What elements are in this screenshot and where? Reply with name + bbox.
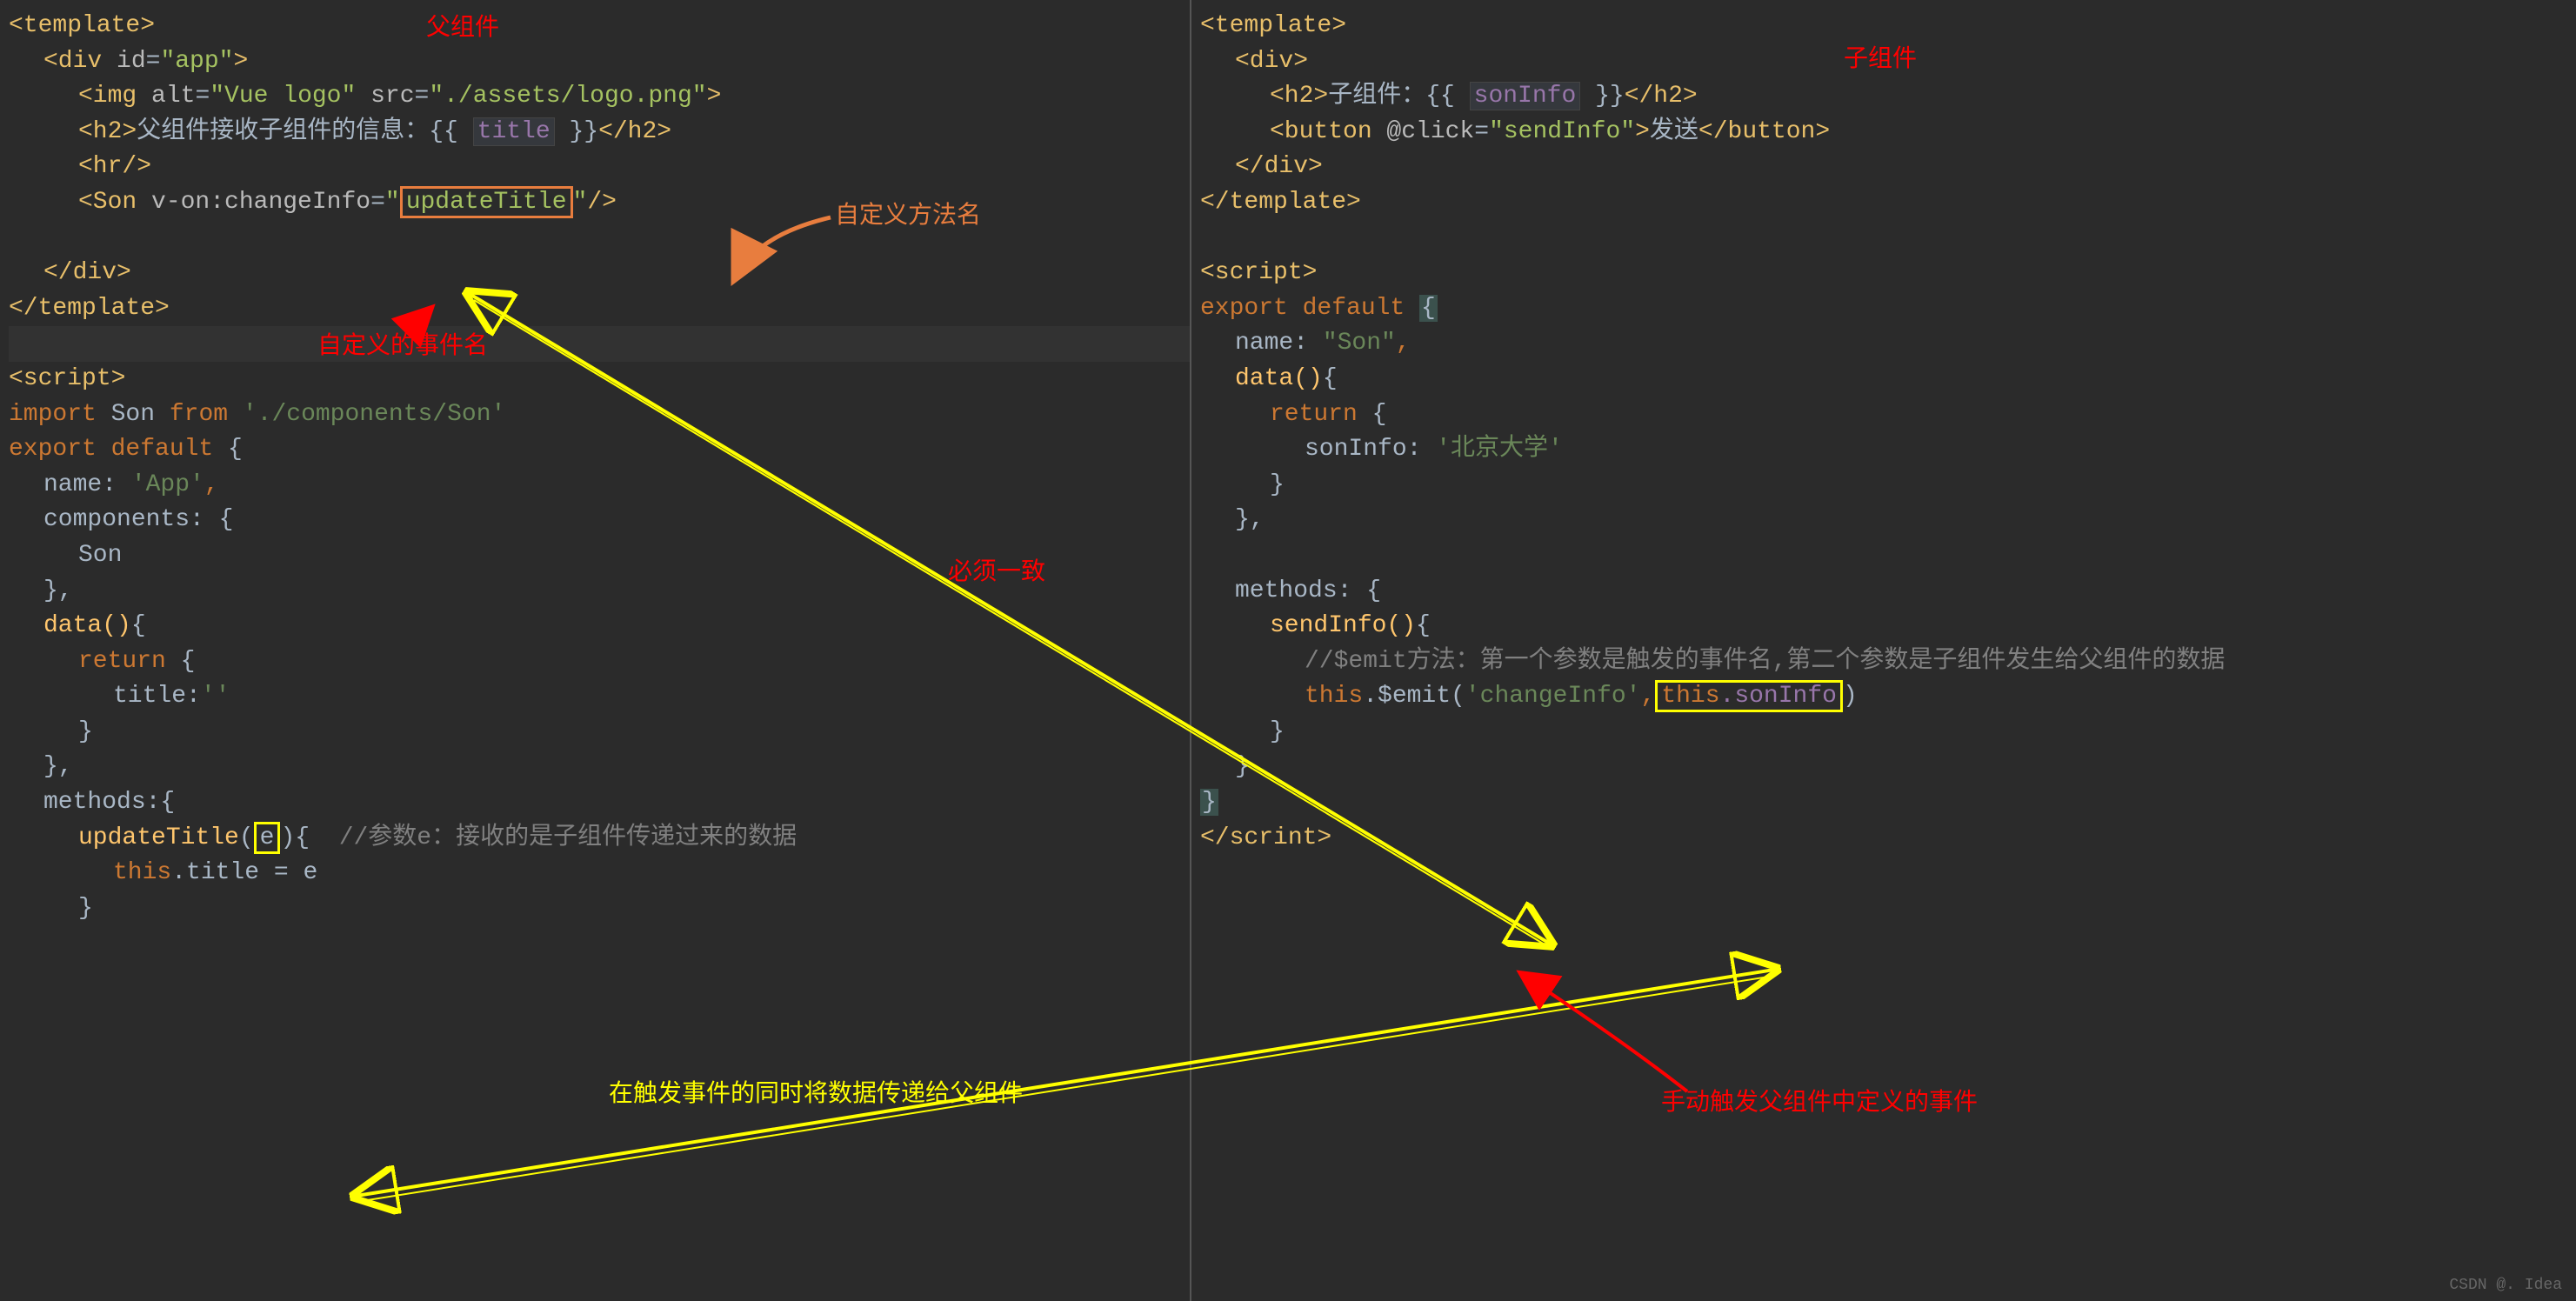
title-var: title xyxy=(473,117,555,146)
hr-tag: <hr/> xyxy=(78,153,151,180)
code-value: "app" xyxy=(160,48,233,75)
code-tag: <div xyxy=(43,48,117,75)
parent-component-pane[interactable]: <template> <div id="app"> <img alt="Vue … xyxy=(0,0,1191,1301)
update-title-boxed: updateTitle xyxy=(400,186,573,218)
param-e-box: e xyxy=(254,822,281,854)
soninfo-var: sonInfo xyxy=(1470,82,1581,110)
v-on-attr: v-on:changeInfo xyxy=(151,189,370,216)
transfer-data-label: 在触发事件的同时将数据传递给父组件 xyxy=(609,1078,1023,1114)
change-info-arg: 'changeInfo' xyxy=(1465,683,1641,710)
manual-trigger-label: 手动触发父组件中定义的事件 xyxy=(1661,1087,1978,1123)
child-component-pane[interactable]: <template> <div> <h2>子组件：{{ sonInfo }}</… xyxy=(1191,0,2576,1301)
code-attr: id xyxy=(117,48,146,75)
editor-container: <template> <div id="app"> <img alt="Vue … xyxy=(0,0,2576,1301)
this-soninfo-box: this.sonInfo xyxy=(1655,680,1843,712)
emit-comment: //$emit方法：第一个参数是触发的事件名,第二个参数是子组件发生给父组件的数… xyxy=(1305,648,2225,675)
code-tag: <template> xyxy=(9,12,155,39)
watermark: CSDN @. Idea xyxy=(2449,1277,2562,1294)
update-title-method: updateTitle xyxy=(78,824,239,851)
